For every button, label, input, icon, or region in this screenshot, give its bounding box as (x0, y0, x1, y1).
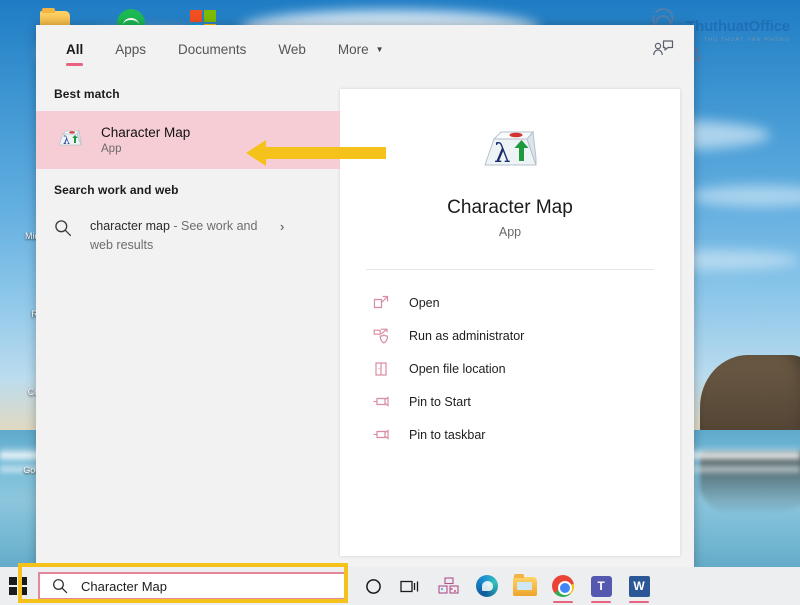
action-open[interactable]: Open (340, 286, 680, 319)
action-label: Open (409, 296, 440, 310)
action-label: Pin to taskbar (409, 428, 485, 442)
taskbar-widgets-icon[interactable] (430, 567, 468, 605)
web-search-label: character map - See work and web results (90, 217, 280, 255)
action-label: Run as administrator (409, 329, 524, 343)
search-results-column: Best match λ Character Map App (36, 73, 340, 570)
action-pin-to-taskbar[interactable]: Pin to taskbar (340, 418, 680, 451)
pin-icon (370, 428, 392, 442)
search-icon (54, 217, 76, 242)
taskbar-edge-icon[interactable] (468, 567, 506, 605)
watermark-title: ThuthuatOffice (686, 18, 790, 35)
tab-more[interactable]: More ▼ (322, 26, 400, 72)
action-label: Pin to Start (409, 395, 471, 409)
search-icon (52, 578, 72, 594)
character-map-icon: λ (475, 119, 545, 179)
chevron-down-icon[interactable]: ▼ (376, 45, 384, 54)
web-search-result[interactable]: character map - See work and web results… (36, 207, 340, 267)
folder-open-icon (370, 361, 392, 377)
preview-pane-wrapper: λ Character Map App Open Run as administr… (340, 73, 694, 570)
watermark-subtitle: THỦ THUẬT VĂN PHÒNG (686, 37, 790, 43)
preview-app-name: Character Map (340, 197, 680, 219)
svg-text:λ: λ (63, 134, 70, 147)
search-panel-body: Best match λ Character Map App (36, 73, 694, 570)
svg-text:λ: λ (494, 139, 510, 169)
search-flyout-panel: AllAppsDocumentsWebMore▼ Best match λ C (36, 25, 694, 570)
action-run-as-administrator[interactable]: Run as administrator (340, 319, 680, 352)
best-match-text: Character Map App (101, 124, 190, 157)
tab-label: All (66, 42, 83, 57)
best-match-label: Best match (36, 73, 340, 111)
tab-label: More (338, 42, 369, 57)
open-icon (370, 295, 392, 311)
best-match-result-character-map[interactable]: λ Character Map App (36, 111, 340, 169)
tab-label: Documents (178, 42, 246, 57)
windows-start-icon[interactable] (0, 567, 36, 605)
search-input-value[interactable]: Character Map (81, 579, 167, 594)
taskbar-task-view-icon[interactable] (392, 567, 430, 605)
best-match-title: Character Map (101, 124, 190, 141)
tab-apps[interactable]: Apps (99, 26, 162, 72)
shield-run-icon (370, 328, 392, 344)
pin-icon (370, 395, 392, 409)
taskbar-word-icon[interactable]: W (620, 567, 658, 605)
web-search-query: character map (90, 219, 170, 233)
best-match-subtitle: App (101, 142, 190, 157)
character-map-icon: λ (54, 125, 84, 155)
taskbar-cortana-icon[interactable] (354, 567, 392, 605)
chevron-right-icon[interactable]: › (280, 217, 296, 234)
search-tabs: All Apps Documents Web More ▼ (36, 25, 694, 73)
action-label: Open file location (409, 362, 506, 376)
taskbar-teams-icon[interactable]: T (582, 567, 620, 605)
tab-all[interactable]: All (58, 26, 99, 72)
taskbar-items: TW (354, 567, 658, 605)
preview-app-type: App (340, 225, 680, 239)
action-open-file-location[interactable]: Open file location (340, 352, 680, 385)
app-preview-card: λ Character Map App Open Run as administr… (340, 89, 680, 556)
tab-documents[interactable]: Documents (162, 26, 262, 72)
tab-label: Web (278, 42, 306, 57)
action-pin-to-start[interactable]: Pin to Start (340, 385, 680, 418)
taskbar: Character Map TW (0, 567, 800, 605)
taskbar-file-explorer-icon[interactable] (506, 567, 544, 605)
tab-label: Apps (115, 42, 146, 57)
taskbar-search-wrapper: Character Map (38, 572, 348, 600)
watermark-text: ThuthuatOffice THỦ THUẬT VĂN PHÒNG (686, 18, 790, 43)
taskbar-chrome-icon[interactable] (544, 567, 582, 605)
tab-web[interactable]: Web (262, 26, 322, 72)
feedback-person-icon[interactable] (646, 32, 680, 66)
preview-action-list: Open Run as administrator Open file locati… (340, 270, 680, 451)
search-work-and-web-label: Search work and web (36, 169, 340, 207)
search-input[interactable]: Character Map (38, 572, 348, 600)
